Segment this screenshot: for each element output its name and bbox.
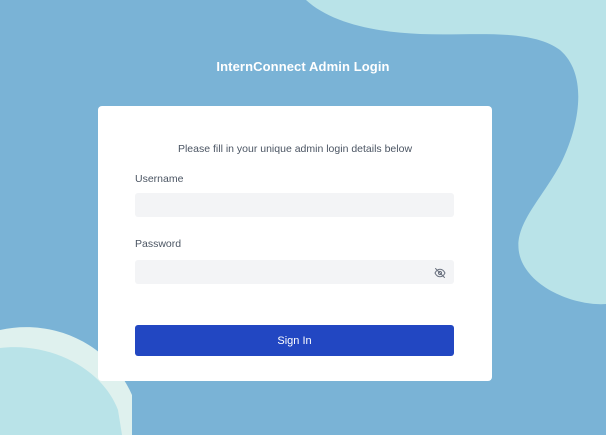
login-instructions: Please fill in your unique admin login d… <box>177 143 413 155</box>
password-input[interactable] <box>135 260 454 284</box>
username-input[interactable] <box>135 193 454 217</box>
page-title: InternConnect Admin Login <box>216 59 390 74</box>
eye-off-icon[interactable] <box>434 267 446 279</box>
password-label: Password <box>135 238 182 250</box>
login-card: Please fill in your unique admin login d… <box>98 106 492 381</box>
username-label: Username <box>135 173 184 185</box>
sign-in-button[interactable]: Sign In <box>135 325 454 356</box>
